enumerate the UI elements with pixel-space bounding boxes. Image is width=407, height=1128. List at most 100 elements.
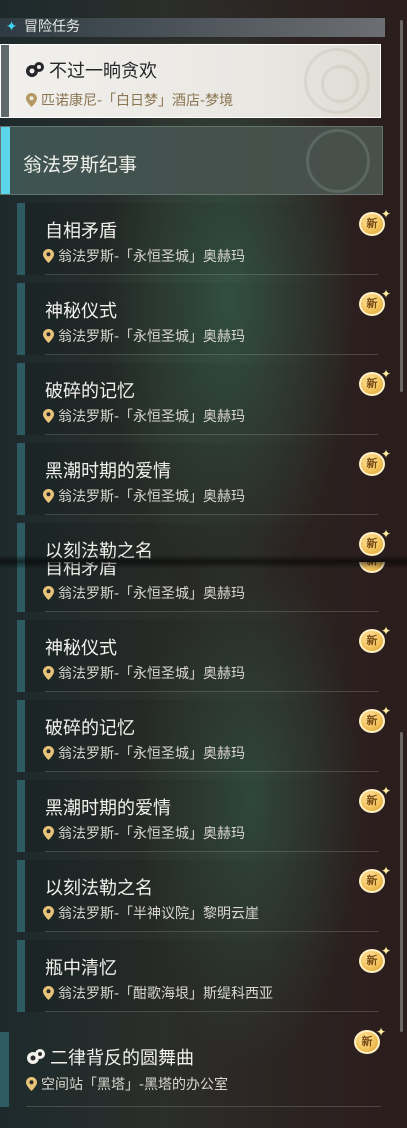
bottom-panel: 自相矛盾翁法罗斯-「永恒圣城」奥赫玛新✦神秘仪式翁法罗斯-「永恒圣城」奥赫玛新✦… — [0, 562, 407, 1128]
quest-item[interactable]: 黑潮时期的爱情 翁法罗斯-「永恒圣城」奥赫玛 新 ✦ — [17, 443, 391, 515]
quest-item[interactable]: 黑潮时期的爱情翁法罗斯-「永恒圣城」奥赫玛 新 ✦ — [17, 780, 391, 852]
location-pin-icon — [43, 986, 54, 1000]
quest-rail — [17, 203, 25, 275]
bottom-quest-name: 二律背反的圆舞曲 — [50, 1048, 194, 1069]
quest-item[interactable]: 神秘仪式 翁法罗斯-「永恒圣城」奥赫玛 新 ✦ — [17, 283, 391, 355]
quest-name: 神秘仪式 — [45, 638, 117, 659]
quest-location: 翁法罗斯-「永恒圣城」奥赫玛 — [58, 826, 246, 842]
diamond-icon: ✦ — [5, 19, 18, 35]
quest-rail — [17, 363, 25, 435]
sparkle-icon: ✦ — [380, 367, 391, 381]
location-pin-icon — [43, 249, 54, 263]
quest-location: 翁法罗斯-「永恒圣城」奥赫玛 — [58, 586, 246, 602]
quest-name: 自相矛盾 — [45, 221, 117, 242]
quest-location: 翁法罗斯-「永恒圣城」奥赫玛 — [58, 409, 246, 425]
location-pin-icon — [43, 409, 54, 423]
sparkle-icon: ✦ — [380, 704, 391, 718]
row-divider — [45, 931, 378, 932]
sparkle-icon: ✦ — [380, 287, 391, 301]
group-accent — [1, 127, 10, 194]
quest-rail — [17, 620, 25, 692]
quest-name: 神秘仪式 — [45, 301, 117, 322]
current-quest-name: 不过一晌贪欢 — [49, 61, 157, 82]
row-divider — [45, 274, 378, 275]
row-divider — [45, 434, 378, 435]
row-divider — [45, 514, 378, 515]
quest-group-label: 翁法罗斯纪事 — [23, 154, 138, 176]
quest-rail — [17, 780, 25, 852]
new-badge: 新✦ — [359, 448, 391, 480]
quest-card-bottom[interactable]: 二律背反的圆舞曲 空间站「黑塔」-黑塔的办公室 新 ✦ — [0, 1026, 386, 1107]
quest-item[interactable]: 自相矛盾翁法罗斯-「永恒圣城」奥赫玛新✦ — [17, 562, 385, 612]
quest-item[interactable]: 神秘仪式翁法罗斯-「永恒圣城」奥赫玛 新 ✦ — [17, 620, 391, 692]
quest-name: 以刻法勒之名 — [45, 878, 153, 899]
sparkle-icon: ✦ — [380, 944, 391, 958]
quest-rail — [17, 443, 25, 515]
new-badge: 新 ✦ — [354, 1026, 386, 1058]
quest-type-icon — [26, 1047, 46, 1067]
quest-name: 破碎的记忆 — [45, 718, 135, 739]
quest-item[interactable]: 瓶中清忆翁法罗斯-「酣歌海垠」斯缇科西亚 新 ✦ — [17, 940, 391, 1012]
quest-rail — [17, 700, 25, 772]
quest-location: 翁法罗斯-「永恒圣城」奥赫玛 — [58, 249, 246, 265]
sparkle-icon: ✦ — [380, 624, 391, 638]
location-pin-icon — [43, 329, 54, 343]
quest-rail — [17, 283, 25, 355]
new-badge: 新✦ — [359, 208, 391, 240]
sparkle-icon: ✦ — [380, 864, 391, 878]
quest-rail — [0, 1032, 9, 1107]
location-pin-icon — [43, 489, 54, 503]
new-badge: 新✦ — [359, 705, 391, 737]
quest-rail — [17, 860, 25, 932]
location-pin-icon — [43, 666, 54, 680]
current-quest-card[interactable]: 不过一晌贪欢 匹诺康尼-「白日梦」酒店-梦境 — [0, 44, 381, 118]
section-header: ✦ 冒险任务 — [0, 18, 385, 37]
quest-name: 破碎的记忆 — [45, 381, 135, 402]
card-accent — [1, 45, 9, 117]
quest-type-icon — [25, 60, 45, 80]
quest-location: 翁法罗斯-「酣歌海垠」斯缇科西亚 — [58, 986, 274, 1002]
row-divider — [26, 1106, 381, 1107]
quest-group-header[interactable]: 翁法罗斯纪事 — [0, 126, 383, 195]
emblem-watermark-icon — [306, 129, 370, 193]
quest-location: 翁法罗斯-「半神议院」黎明云崖 — [58, 906, 260, 922]
top-panel: ✦ 冒险任务 不过一晌贪欢 匹诺康尼-「白日梦」酒店-梦境 翁法罗斯纪事 自相矛… — [0, 0, 407, 562]
quest-name: 瓶中清忆 — [45, 958, 117, 979]
quest-location: 翁法罗斯-「永恒圣城」奥赫玛 — [58, 489, 246, 505]
quest-item[interactable]: 破碎的记忆翁法罗斯-「永恒圣城」奥赫玛 新 ✦ — [17, 700, 391, 772]
section-title: 冒险任务 — [24, 19, 80, 35]
new-badge: 新✦ — [359, 945, 391, 977]
bottom-quest-location: 空间站「黑塔」-黑塔的办公室 — [41, 1077, 229, 1093]
new-badge: 新✦ — [359, 625, 391, 657]
quest-item[interactable]: 破碎的记忆翁法罗斯-「永恒圣城」奥赫玛 新 ✦ — [17, 363, 391, 435]
quest-name: 黑潮时期的爱情 — [45, 798, 171, 819]
quest-item[interactable]: 自相矛盾翁法罗斯-「永恒圣城」奥赫玛 新✦ — [17, 203, 391, 275]
location-pin-icon — [43, 906, 54, 920]
row-divider — [45, 1011, 378, 1012]
new-badge: 新✦ — [359, 368, 391, 400]
row-divider — [45, 851, 378, 852]
sparkle-icon: ✦ — [380, 447, 391, 461]
new-badge: 新✦ — [359, 288, 391, 320]
row-divider — [45, 771, 378, 772]
location-pin-icon — [43, 746, 54, 760]
sparkle-icon: ✦ — [380, 207, 391, 221]
row-divider — [45, 354, 378, 355]
sparkle-icon: ✦ — [380, 784, 391, 798]
emblem-watermark-icon — [304, 48, 370, 114]
scrollbar[interactable] — [400, 20, 403, 392]
quest-rail — [17, 562, 25, 612]
quest-location: 翁法罗斯-「永恒圣城」奥赫玛 — [58, 746, 246, 762]
new-badge: 新✦ — [359, 785, 391, 817]
location-pin-icon — [43, 586, 54, 600]
sparkle-icon: ✦ — [375, 1025, 386, 1039]
row-divider — [45, 611, 378, 612]
location-pin-icon — [43, 826, 54, 840]
quest-item[interactable]: 以刻法勒之名翁法罗斯-「半神议院」黎明云崖 新 ✦ — [17, 860, 391, 932]
location-pin-icon — [26, 1077, 37, 1091]
panel-seam — [0, 555, 407, 569]
quest-location: 翁法罗斯-「永恒圣城」奥赫玛 — [58, 666, 246, 682]
scrollbar[interactable] — [400, 732, 403, 1032]
new-badge: 新✦ — [359, 865, 391, 897]
quest-rail — [17, 940, 25, 1012]
